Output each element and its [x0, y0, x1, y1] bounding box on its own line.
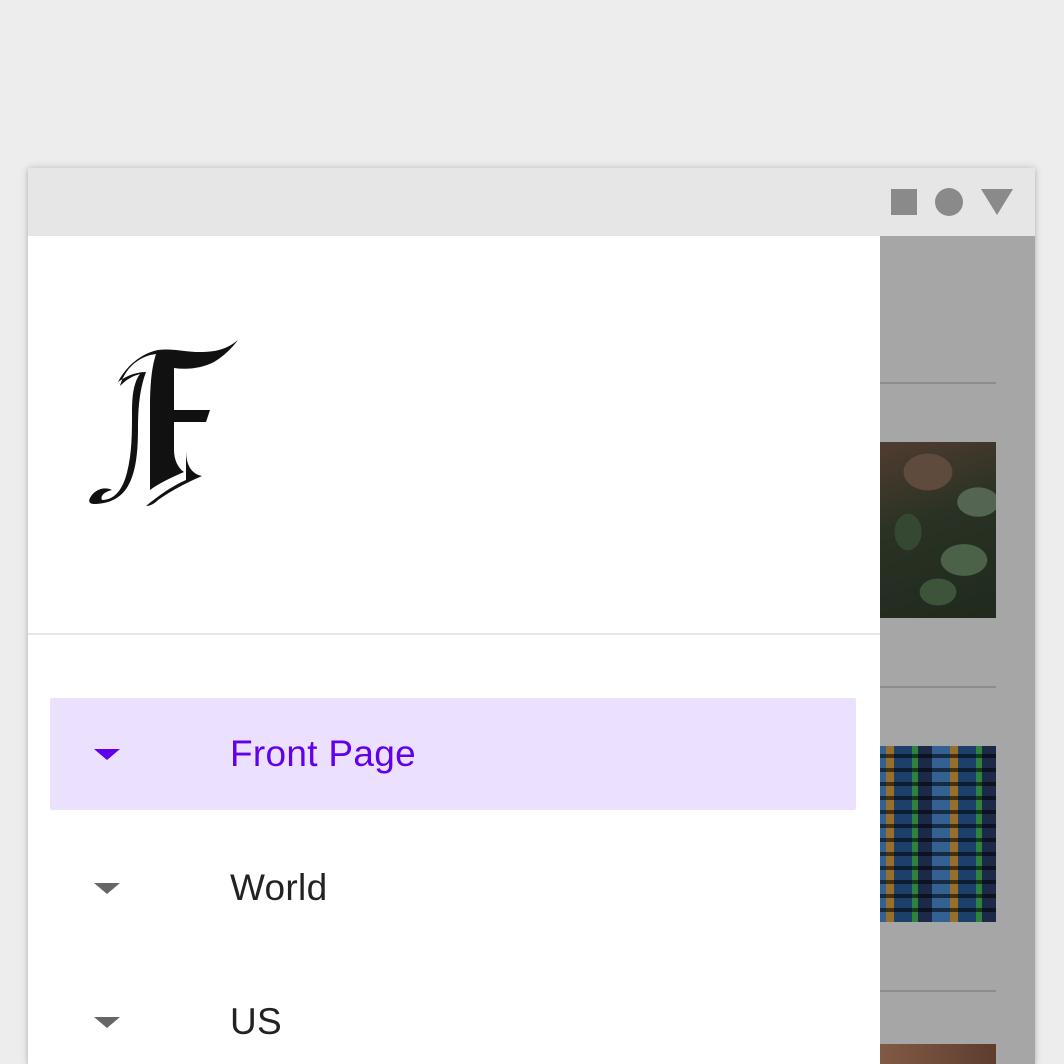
arrow-drop-down-icon	[94, 883, 120, 894]
nav-item-label: Front Page	[230, 733, 417, 774]
triangle-icon	[981, 189, 1013, 215]
status-icons	[891, 186, 1013, 218]
nav-item-label: World	[230, 867, 328, 908]
arrow-drop-down-icon	[94, 749, 120, 760]
nav-item-front-page[interactable]: Front Page	[50, 698, 856, 810]
arrow-drop-down-icon	[94, 1017, 120, 1028]
nav-item-world[interactable]: World	[50, 832, 856, 944]
drawer-nav-list: Front Page World US	[50, 698, 856, 1064]
circle-icon	[935, 188, 963, 216]
nav-item-us[interactable]: US	[50, 966, 856, 1064]
device-frame: Front Page World US	[28, 168, 1035, 1064]
status-bar	[28, 168, 1035, 236]
blackletter-f-logo-icon	[89, 340, 238, 506]
drawer-header	[28, 236, 880, 635]
nav-item-label: US	[230, 1001, 282, 1042]
navigation-drawer: Front Page World US	[28, 236, 880, 1064]
square-icon	[891, 189, 917, 215]
